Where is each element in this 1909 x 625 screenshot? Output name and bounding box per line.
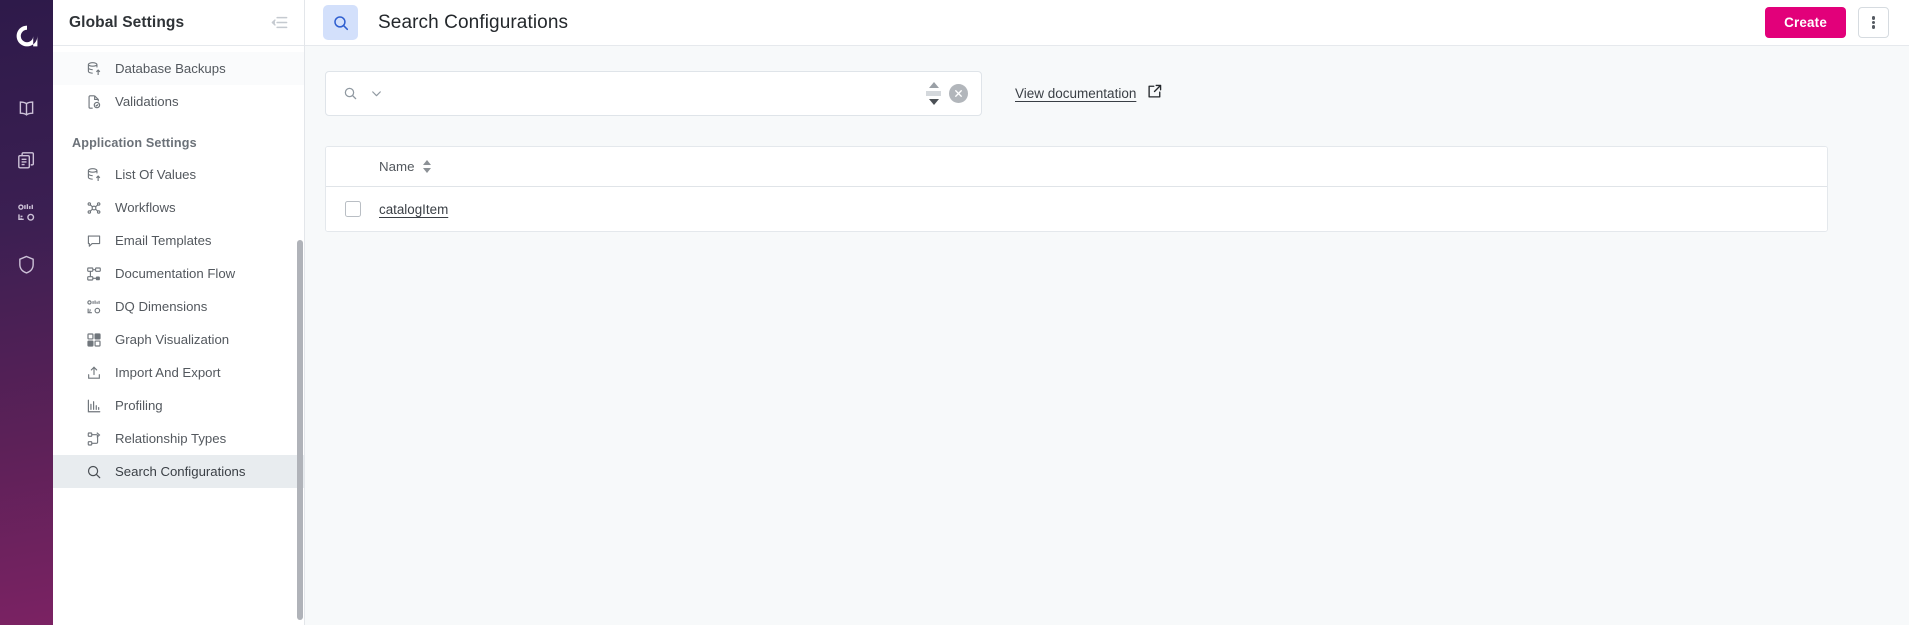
chevron-down-icon[interactable] [368, 86, 384, 102]
search-magnifier-icon[interactable] [323, 5, 358, 40]
sidebar-scrollbar-thumb[interactable] [297, 240, 303, 620]
row-checkbox[interactable] [344, 201, 361, 217]
table-row[interactable]: catalogItem [326, 187, 1827, 231]
sidebar-header: Global Settings [53, 0, 304, 46]
create-button[interactable]: Create [1765, 7, 1846, 38]
number-stepper-icon[interactable] [925, 73, 942, 114]
sidebar-scroll-area: Database Backups Validations Application… [53, 46, 304, 625]
table-header-row: Name [326, 147, 1827, 187]
sidebar-item-search-configurations[interactable]: Search Configurations [53, 455, 304, 488]
database-upload-icon [85, 166, 102, 183]
database-upload-icon [85, 60, 102, 77]
view-documentation-label: View documentation [1015, 86, 1137, 101]
sidebar-item-validations[interactable]: Validations [53, 85, 304, 118]
magnifier-icon[interactable] [342, 86, 358, 102]
page-title: Search Configurations [378, 11, 569, 33]
main-content-area: Search Configurations Create View docume… [305, 0, 1909, 625]
sidebar-item-label: Profiling [115, 398, 163, 413]
sort-asc-arrow [423, 160, 432, 166]
data-quality-icon[interactable] [0, 186, 53, 238]
stepper-divider [926, 91, 941, 96]
row-name-link[interactable]: catalogItem [379, 202, 448, 217]
sidebar-item-label: Documentation Flow [115, 266, 236, 281]
grid-squares-icon [85, 331, 102, 348]
stepper-up-arrow[interactable] [928, 82, 939, 88]
collapse-panel-icon[interactable] [268, 12, 290, 34]
kebab-dot [1871, 20, 1876, 25]
magnifier-icon [85, 463, 102, 480]
sidebar-item-import-and-export[interactable]: Import And Export [53, 356, 304, 389]
sidebar-section-label: Application Settings [72, 136, 197, 150]
sidebar-item-label: Relationship Types [115, 431, 227, 446]
view-documentation-link[interactable]: View documentation [1015, 83, 1163, 105]
table-header-name-label: Name [379, 159, 415, 174]
sidebar-item-graph-visualization[interactable]: Graph Visualization [53, 323, 304, 356]
sidebar-item-label: DQ Dimensions [115, 299, 208, 314]
sidebar-item-label: Search Configurations [115, 464, 246, 479]
sidebar-item-database-backups[interactable]: Database Backups [53, 52, 304, 85]
sidebar-item-label: Workflows [115, 200, 176, 215]
speech-bubble-icon [85, 232, 102, 249]
table-header-name[interactable]: Name [379, 159, 432, 174]
sort-arrows-icon[interactable] [423, 160, 432, 173]
kebab-dot [1871, 25, 1876, 29]
app-logo[interactable] [0, 10, 53, 62]
sidebar-item-email-templates[interactable]: Email Templates [53, 224, 304, 257]
clear-circle-icon[interactable] [949, 84, 968, 103]
sidebar-item-relationship-types[interactable]: Relationship Types [53, 422, 304, 455]
catalog-icon[interactable] [0, 134, 53, 186]
sidebar-item-workflows[interactable]: Workflows [53, 191, 304, 224]
book-icon[interactable] [0, 82, 53, 134]
row-select-cell [326, 201, 379, 217]
sidebar-scrollbar-track[interactable] [296, 46, 304, 625]
settings-sidebar: Global Settings Database Backups Validat… [53, 0, 305, 625]
sidebar-item-dq-dimensions[interactable]: DQ Dimensions [53, 290, 304, 323]
sidebar-item-profiling[interactable]: Profiling [53, 389, 304, 422]
flow-chart-icon [85, 265, 102, 282]
sidebar-item-label: Validations [115, 94, 179, 109]
page-content: View documentation Name catalogItem [305, 46, 1909, 625]
search-filter-box[interactable] [325, 71, 982, 116]
more-vertical-icon[interactable] [1858, 7, 1889, 38]
sidebar-item-list-of-values[interactable]: List Of Values [53, 158, 304, 191]
shield-icon[interactable] [0, 238, 53, 290]
kebab-dot [1871, 16, 1876, 20]
external-link-icon [1146, 83, 1163, 105]
sidebar-item-label: Database Backups [115, 61, 226, 76]
sidebar-item-label: Graph Visualization [115, 332, 230, 347]
sidebar-item-documentation-flow[interactable]: Documentation Flow [53, 257, 304, 290]
sidebar-item-label: List Of Values [115, 167, 197, 182]
bar-chart-icon [85, 397, 102, 414]
search-configurations-table: Name catalogItem [325, 146, 1828, 232]
document-check-icon [85, 93, 102, 110]
application-window: Global Settings Database Backups Validat… [0, 0, 1909, 625]
relationship-icon [85, 430, 102, 447]
filter-row: View documentation [325, 71, 1896, 116]
upload-box-icon [85, 364, 102, 381]
search-input[interactable] [384, 73, 925, 114]
left-icon-rail [0, 0, 53, 625]
page-toolbar: Search Configurations Create [305, 0, 1909, 46]
sidebar-item-label: Import And Export [115, 365, 221, 380]
stepper-down-arrow[interactable] [928, 99, 939, 105]
sidebar-item-label: Email Templates [115, 233, 212, 248]
sidebar-title: Global Settings [69, 13, 185, 31]
sort-desc-arrow [423, 167, 432, 173]
workflow-nodes-icon [85, 199, 102, 216]
dq-dimensions-icon [85, 298, 102, 315]
